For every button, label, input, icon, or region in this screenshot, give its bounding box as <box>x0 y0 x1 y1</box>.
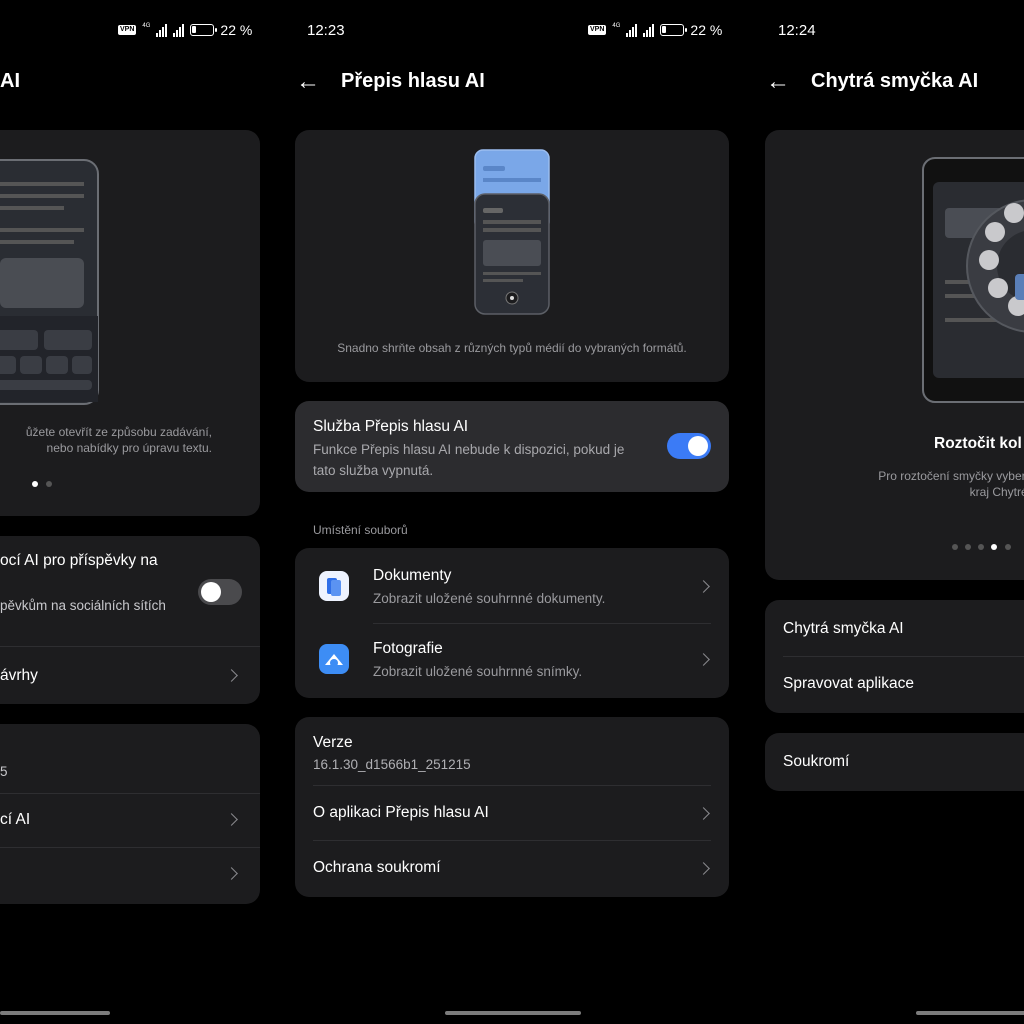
service-toggle[interactable] <box>667 433 711 459</box>
hero-card: ůžete otevřít ze způsobu zadávání, nebo … <box>0 130 260 516</box>
photos-icon <box>319 644 349 674</box>
row-manage-apps[interactable]: Spravovat aplikace <box>783 675 914 693</box>
version-value: 16.1.30_d1566b1_251215 <box>313 757 471 772</box>
vpn-icon: VPN <box>588 25 607 35</box>
divider <box>0 646 260 647</box>
service-card: Služba Přepis hlasu AI Funkce Přepis hla… <box>295 401 729 492</box>
row-smart-loop[interactable]: Chytrá smyčka AI <box>783 620 904 638</box>
chevron-right-icon <box>697 580 710 593</box>
ai-posts-title: ocí AI pro příspěvky na <box>0 552 158 569</box>
status-bar: VPN 4G 22 % <box>118 22 252 38</box>
phone-illustration <box>922 157 1024 403</box>
hero-description: ůžete otevřít ze způsobu zadávání, nebo … <box>25 425 212 455</box>
file-row-photos[interactable]: Fotografie Zobrazit uložené souhrnné sní… <box>295 623 729 698</box>
section-label: Umístění souborů <box>313 523 408 537</box>
home-indicator[interactable] <box>445 1011 581 1015</box>
divider <box>0 847 260 848</box>
version-value-partial: 5 <box>0 764 8 779</box>
files-card: Dokumenty Zobrazit uložené souhrnné doku… <box>295 548 729 698</box>
service-desc-2: tato služba vypnutá. <box>313 463 434 478</box>
ai-posts-toggle[interactable] <box>198 579 242 605</box>
page-dot-1[interactable] <box>952 544 958 550</box>
documents-icon <box>319 571 349 601</box>
status-time: 12:23 <box>307 22 345 39</box>
chevron-right-icon[interactable] <box>225 867 238 880</box>
toggle-knob <box>688 436 708 456</box>
row-privacy[interactable]: Soukromí <box>783 753 849 771</box>
battery-icon <box>190 24 218 36</box>
status-time: 12:24 <box>778 22 816 39</box>
file-sub: Zobrazit uložené souhrnné dokumenty. <box>373 591 606 606</box>
battery-icon <box>660 24 688 36</box>
signal-icon-2 <box>173 23 185 37</box>
network-gen: 4G <box>142 23 151 29</box>
info-card: 5 cí AI <box>0 724 260 904</box>
hero-card: Snadno shrňte obsah z různých typů médií… <box>295 130 729 382</box>
privacy-row[interactable]: Ochrana soukromí <box>295 840 729 897</box>
page-dot-2[interactable] <box>965 544 971 550</box>
row-navrhy[interactable]: ávrhy <box>0 667 38 685</box>
version-label: Verze <box>313 734 353 751</box>
home-indicator[interactable] <box>0 1011 110 1015</box>
page-title: Chytrá smyčka AI <box>811 70 979 92</box>
divider <box>783 656 1024 657</box>
signal-icon <box>626 23 638 37</box>
file-sub: Zobrazit uložené souhrnné snímky. <box>373 664 583 679</box>
privacy-card: Soukromí <box>765 733 1024 791</box>
about-label: O aplikaci Přepis hlasu AI <box>313 804 489 821</box>
vpn-icon: VPN <box>118 25 137 35</box>
about-row[interactable]: O aplikaci Přepis hlasu AI <box>295 785 729 840</box>
home-indicator[interactable] <box>916 1011 1024 1015</box>
info-card: Verze 16.1.30_d1566b1_251215 O aplikaci … <box>295 717 729 897</box>
divider <box>0 793 260 794</box>
screen-center: 12:23 VPN 4G 22 % ← Přepis hlasu AI Snad… <box>278 0 748 1024</box>
page-dot-4[interactable] <box>991 544 997 550</box>
phone-illustration <box>474 149 550 315</box>
chevron-right-icon <box>697 807 710 820</box>
toggle-knob <box>201 582 221 602</box>
settings-card: Chytrá smyčka AI Spravovat aplikace <box>765 600 1024 713</box>
chevron-right-icon <box>225 813 238 826</box>
page-dot-1[interactable] <box>32 481 38 487</box>
row-ai-partial[interactable]: cí AI <box>0 811 30 829</box>
network-gen: 4G <box>612 23 621 29</box>
back-arrow-icon[interactable]: ← <box>766 70 790 94</box>
chevron-right-icon <box>697 653 710 666</box>
signal-icon <box>156 23 168 37</box>
screen-left: VPN 4G 22 % AI ůžete otevřít ze způsobu … <box>0 0 268 1024</box>
ai-posts-sub: pěvkům na sociálních sítích <box>0 598 166 613</box>
back-arrow-icon[interactable]: ← <box>296 70 320 94</box>
hero-title: Roztočit kol <box>934 435 1022 452</box>
screen-right: 12:24 ← Chytrá smyčka AI Roztočit kol Pr… <box>750 0 1024 1024</box>
signal-icon-2 <box>643 23 655 37</box>
service-desc-1: Funkce Přepis hlasu AI nebude k dispozic… <box>313 442 625 457</box>
page-title: Přepis hlasu AI <box>341 70 485 92</box>
file-title: Fotografie <box>373 640 443 657</box>
phone-illustration <box>0 159 99 405</box>
chevron-right-icon <box>225 669 238 682</box>
file-title: Dokumenty <box>373 567 452 584</box>
file-row-documents[interactable]: Dokumenty Zobrazit uložené souhrnné doku… <box>295 548 729 623</box>
hero-description: Snadno shrňte obsah z různých typů médií… <box>337 341 687 355</box>
page-dot-2[interactable] <box>46 481 52 487</box>
page-dot-3[interactable] <box>978 544 984 550</box>
page-dot-5[interactable] <box>1005 544 1011 550</box>
page-title: AI <box>0 70 20 92</box>
hero-description: Pro roztočení smyčky vyberte obsa kraj C… <box>878 469 1024 499</box>
battery-percent: 22 % <box>690 22 723 38</box>
status-bar: VPN 4G 22 % <box>588 22 722 38</box>
hero-card: Roztočit kol Pro roztočení smyčky vybert… <box>765 130 1024 580</box>
battery-percent: 22 % <box>220 22 253 38</box>
service-title: Služba Přepis hlasu AI <box>313 418 469 435</box>
ai-posts-card: ocí AI pro příspěvky na pěvkům na sociál… <box>0 536 260 704</box>
privacy-label: Ochrana soukromí <box>313 859 441 876</box>
chevron-right-icon <box>697 862 710 875</box>
